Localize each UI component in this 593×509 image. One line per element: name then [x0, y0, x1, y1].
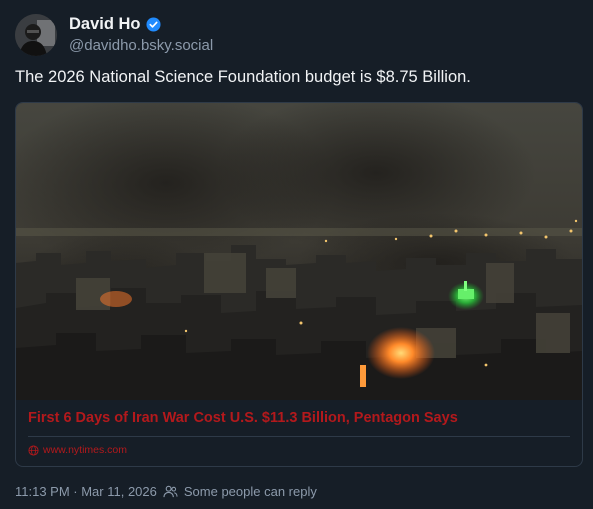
link-card[interactable]: First 6 Days of Iran War Cost U.S. $11.3…	[15, 102, 583, 467]
author-handle[interactable]: @davidho.bsky.social	[69, 37, 213, 54]
author-display-name[interactable]: David Ho	[69, 15, 141, 34]
link-card-title[interactable]: First 6 Days of Iran War Cost U.S. $11.3…	[28, 410, 458, 426]
post-timestamp[interactable]: 11:13 PM · Mar 11, 2026	[15, 484, 157, 499]
link-card-image	[16, 103, 582, 400]
people-icon	[163, 485, 178, 498]
link-card-domain[interactable]: www.nytimes.com	[43, 444, 127, 456]
reply-setting[interactable]: Some people can reply	[184, 484, 317, 499]
verified-badge-icon[interactable]	[145, 17, 161, 32]
avatar-photo	[15, 14, 57, 56]
link-card-domain-row[interactable]: www.nytimes.com	[28, 444, 127, 456]
globe-icon	[28, 444, 39, 456]
post-text: The 2026 National Science Foundation bud…	[15, 68, 471, 86]
author-name-row[interactable]: David Ho	[69, 15, 161, 34]
avatar[interactable]	[15, 14, 57, 56]
post-meta-row: 11:13 PM · Mar 11, 2026 Some people can …	[15, 484, 317, 499]
link-card-divider	[28, 436, 570, 437]
